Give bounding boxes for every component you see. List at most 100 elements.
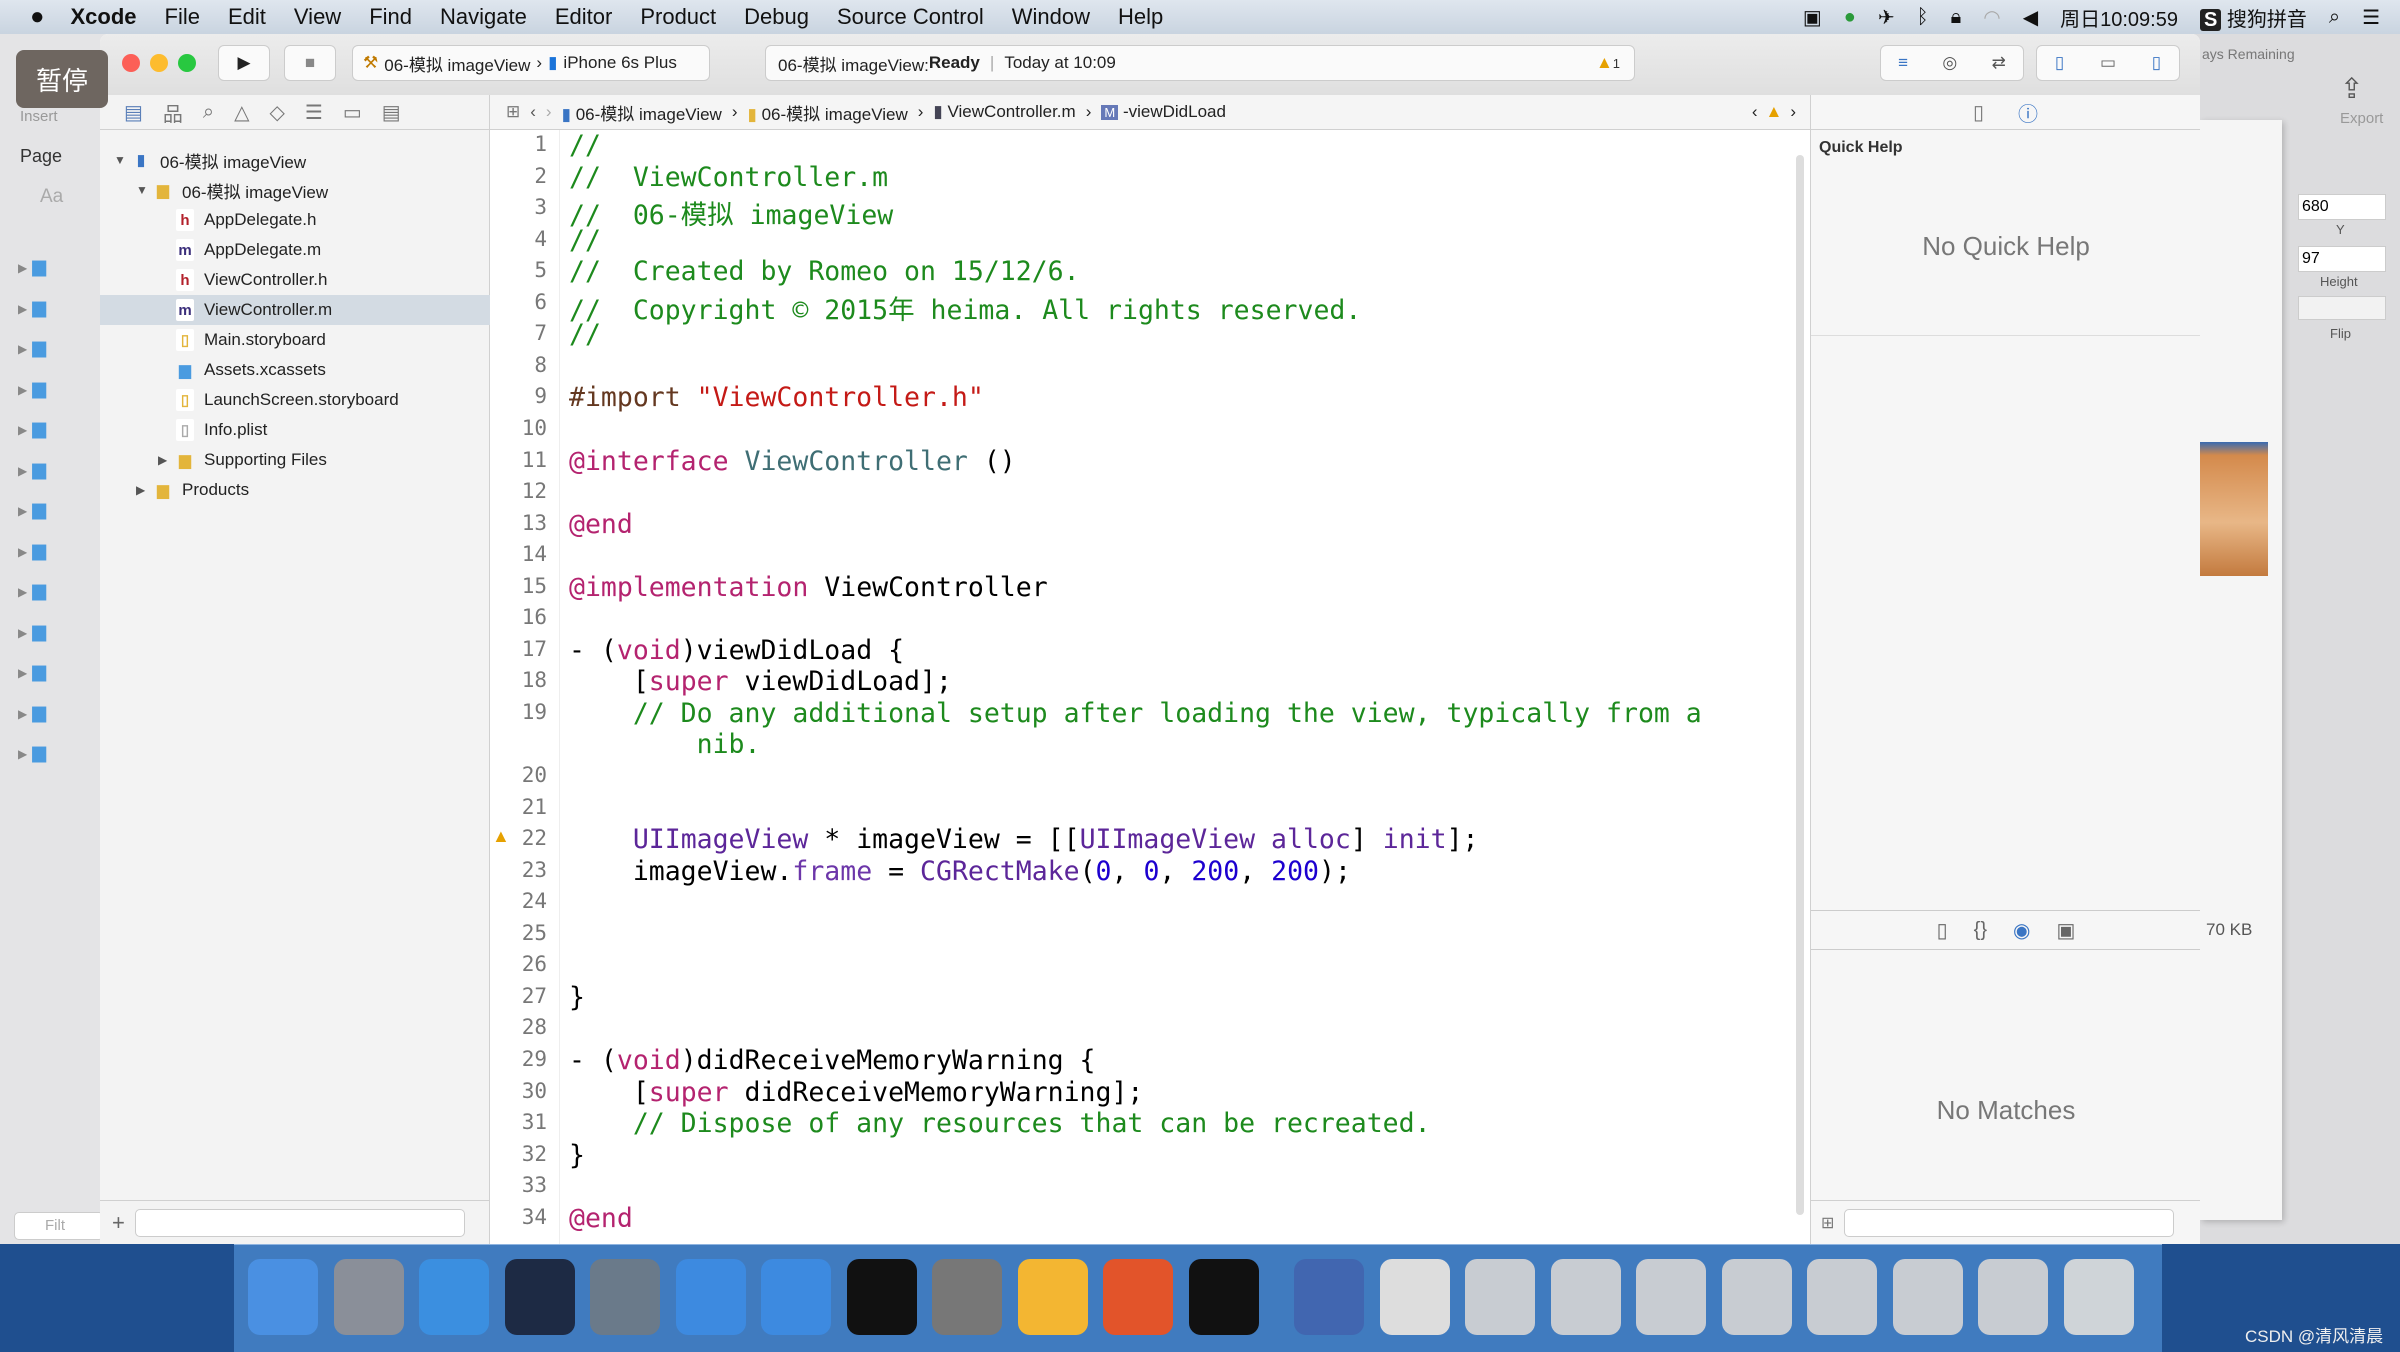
safari-dock-icon[interactable] [419,1259,489,1335]
lock-icon[interactable]: 🔒︎ [1951,6,1962,29]
menu-find[interactable]: Find [369,4,412,30]
layer-folder-icon[interactable]: ▶ ▆ [18,459,46,480]
navigator-item[interactable]: ▆ Assets.xcassets [100,355,490,385]
trial-remaining[interactable]: ays Remaining [2202,46,2295,62]
version-editor-icon[interactable]: ⇄ [1992,53,2006,73]
object-library-icon[interactable]: ◉ [2013,918,2030,943]
filter-field[interactable]: Filt [14,1212,104,1240]
screen-4-dock-icon[interactable] [1721,1259,1792,1335]
minimize-button[interactable] [150,54,168,72]
menu-xcode[interactable]: Xcode [71,4,137,30]
launchpad-dock-icon[interactable] [333,1259,404,1335]
instruments-dock-icon[interactable] [761,1259,831,1335]
xcode-dock-icon[interactable] [675,1259,746,1335]
run-button[interactable]: ▶ [218,45,270,81]
system-preferences-dock-icon[interactable] [932,1259,1002,1335]
clock[interactable]: 周日10:09:59 [2060,3,2178,32]
input-method[interactable]: S 搜狗拼音 [2199,3,2307,32]
layer-folder-icon[interactable]: ▶ ▆ [18,499,46,520]
breadcrumb-group[interactable]: ▮ 06-模拟 imageView [748,100,908,125]
menu-help[interactable]: Help [1118,4,1163,30]
related-items-icon[interactable]: ⊞ [506,102,520,122]
breadcrumb-method[interactable]: M -viewDidLoad [1101,102,1226,122]
bluetooth-icon[interactable]: ᛒ [1917,6,1929,29]
zoom-button[interactable] [178,54,196,72]
layer-folder-icon[interactable]: ▶ ▆ [18,580,46,601]
trash-dock-icon[interactable] [2063,1259,2134,1335]
scrollbar-thumb[interactable] [1796,155,1804,1215]
menu-view[interactable]: View [294,4,341,30]
back-icon[interactable]: ‹ [530,102,536,122]
menu-debug[interactable]: Debug [744,4,809,30]
layer-folder-icon[interactable]: ▶ ▆ [18,378,46,399]
disclosure-triangle-icon[interactable]: ▼ [136,183,154,197]
screen-2-dock-icon[interactable] [1550,1259,1621,1335]
code-snippet-library-icon[interactable]: {} [1974,919,1987,942]
find-navigator-tab-icon[interactable]: ⌕ [203,101,214,124]
stop-button[interactable]: ■ [284,45,336,81]
screen-record-icon[interactable]: ▣ [1803,5,1822,30]
code-area[interactable]: //// ViewController.m// 06-模拟 imageView /… [490,130,1790,1244]
screen-5-dock-icon[interactable] [1807,1259,1877,1335]
disclosure-triangle-icon[interactable]: ▶ [158,453,176,467]
green-app-icon[interactable]: ● [1844,6,1856,29]
wifi-icon[interactable]: ◠ [1983,5,2000,30]
layer-folder-icon[interactable]: ▶ ▆ [18,702,46,723]
video-app-dock-icon[interactable] [590,1259,660,1335]
previous-issue-icon[interactable]: ‹ [1752,102,1758,122]
navigator-item[interactable]: ▯ LaunchScreen.storyboard [100,385,490,415]
add-icon[interactable]: + [112,1210,125,1236]
project-navigator-tab-icon[interactable]: ▤ [124,100,143,125]
library-filter-input[interactable] [1844,1208,2175,1237]
screen-6-dock-icon[interactable] [1892,1259,1963,1335]
menu-navigate[interactable]: Navigate [440,4,527,30]
navigator-item[interactable]: ▼ ▮ 06-模拟 imageView [100,145,490,175]
airplane-icon[interactable]: ✈ [1878,5,1895,30]
preview-dock-icon[interactable] [1379,1259,1450,1335]
powerpoint-dock-icon[interactable] [1103,1259,1173,1335]
symbol-navigator-tab-icon[interactable]: 品 [163,98,183,127]
issue-warning-icon[interactable]: ▲ [1766,102,1783,122]
layer-folder-icon[interactable]: ▶ ▆ [18,621,46,642]
navigator-item[interactable]: ▶ ▆ Products [100,475,490,505]
grid-view-icon[interactable]: ⊞ [1821,1213,1834,1233]
flip-buttons[interactable] [2298,296,2386,320]
height-field[interactable]: 97 [2298,246,2386,272]
navigator-toggle-icon[interactable]: ▯ [2055,53,2064,73]
debug-area-toggle-icon[interactable]: ▭ [2100,53,2116,73]
breadcrumb-project[interactable]: ▮ 06-模拟 imageView [562,100,722,125]
sketch-dock-icon[interactable] [1017,1259,1088,1335]
navigator-filter-input[interactable] [134,1208,465,1237]
layer-folder-icon[interactable]: ▶ ▆ [18,540,46,561]
forward-icon[interactable]: › [546,102,552,122]
export-icon[interactable]: ⇪ [2340,72,2363,105]
finder-dock-icon[interactable] [248,1259,318,1335]
breakpoint-navigator-tab-icon[interactable]: ▭ [343,100,362,125]
screen-7-dock-icon[interactable] [1978,1259,2048,1335]
menu-file[interactable]: File [165,4,200,30]
navigator-item[interactable]: ▼ ▆ 06-模拟 imageView [100,175,490,205]
layer-folder-icon[interactable]: ▶ ▆ [18,661,46,682]
navigator-item[interactable]: ▯ Main.storyboard [100,325,490,355]
scheme-selector[interactable]: ⚒ 06-模拟 imageView › ▮ iPhone 6s Plus [352,45,710,81]
warning-icon[interactable]: ▲1 [1596,53,1620,73]
assistant-editor-icon[interactable]: ◎ [1942,53,1957,73]
disclosure-triangle-icon[interactable]: ▼ [114,153,132,167]
navigator-item[interactable]: m ViewController.m [100,295,490,325]
menu-editor[interactable]: Editor [555,4,612,30]
debug-navigator-tab-icon[interactable]: ☰ [305,100,323,125]
utilities-toggle-icon[interactable]: ▯ [2152,53,2161,73]
standard-editor-icon[interactable]: ≡ [1898,53,1908,73]
navigator-item[interactable]: h AppDelegate.h [100,205,490,235]
file-template-library-icon[interactable]: ▯ [1937,918,1948,943]
apple-menu-icon[interactable]: ● [30,3,45,31]
volume-icon[interactable]: ◀ [2023,5,2038,30]
disclosure-triangle-icon[interactable]: ▶ [136,483,154,497]
report-navigator-tab-icon[interactable]: ▤ [382,100,401,125]
next-issue-icon[interactable]: › [1790,102,1796,122]
notification-center-icon[interactable]: ☰ [2362,5,2380,30]
menu-product[interactable]: Product [640,4,716,30]
menu-edit[interactable]: Edit [228,4,266,30]
quicktime-dock-icon[interactable] [1294,1259,1364,1335]
mouse-app-dock-icon[interactable] [504,1259,575,1335]
